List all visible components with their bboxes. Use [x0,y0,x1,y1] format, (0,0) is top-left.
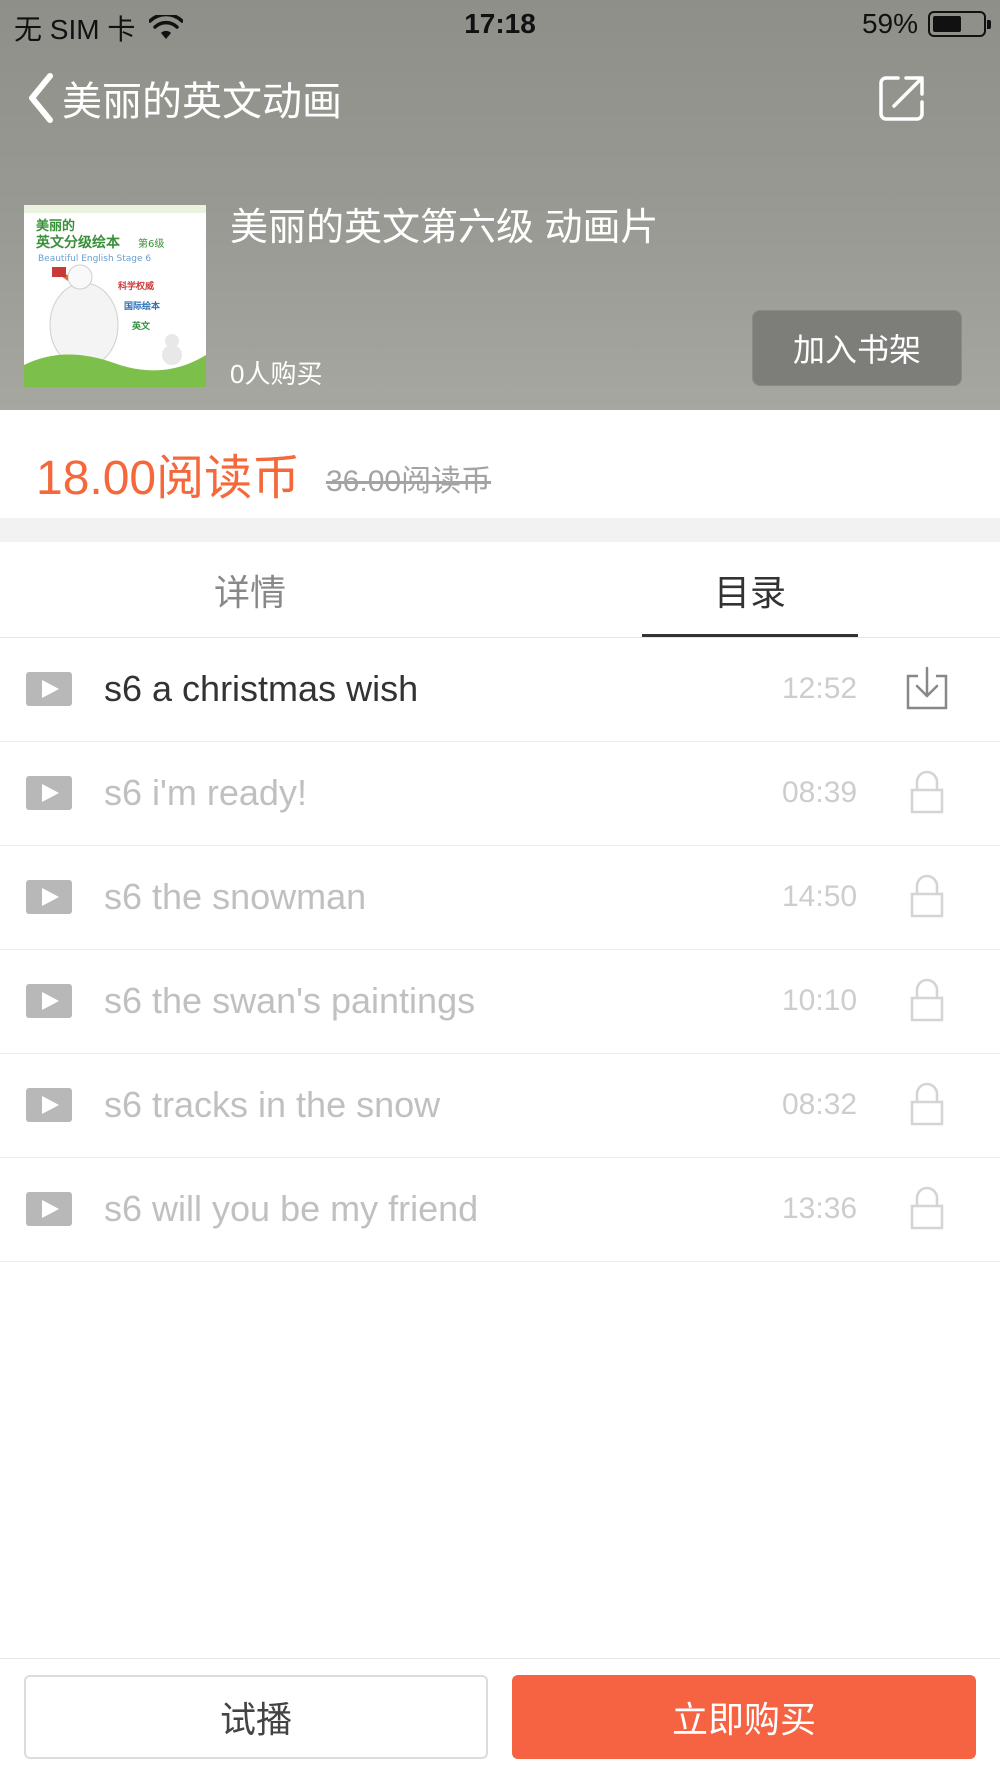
episode-title: s6 the swan's paintings [104,980,476,1021]
back-button[interactable]: 美丽的英文动画 [26,68,342,128]
episode-title: s6 will you be my friend [104,1188,479,1229]
status-time: 17:18 [464,8,536,39]
download-icon[interactable] [904,666,950,712]
chevron-left-icon [29,73,53,123]
tab-bar: 详情 目录 [0,542,1000,638]
episode-duration: 08:39 [782,776,858,809]
episode-row[interactable]: s6 the swan's paintings 10:10 [0,950,1000,1054]
tab-catalog[interactable]: 目录 [642,542,858,638]
episode-row[interactable]: s6 tracks in the snow 08:32 [0,1054,1000,1158]
cover-english: Beautiful English Stage 6 [38,254,151,264]
section-divider [0,518,1000,542]
episode-title: s6 i'm ready! [104,772,307,813]
battery-icon [928,11,991,37]
episode-row[interactable]: s6 the snowman 14:50 [0,846,1000,950]
nav-bar: 美丽的英文动画 [0,60,1000,140]
buyers-count: 0人购买 [230,359,323,389]
tab-details[interactable]: 详情 [140,542,360,638]
play-icon [26,880,72,914]
episode-duration: 12:52 [782,672,858,705]
episode-title: s6 a christmas wish [104,668,419,709]
lock-icon [910,874,944,918]
buy-now-button[interactable]: 立即购买 [512,1675,976,1759]
cover-name: 英文分级绘本 [35,234,121,251]
lock-icon [910,1082,944,1126]
episode-duration: 08:32 [782,1088,858,1121]
play-icon [26,984,72,1018]
play-icon [26,672,72,706]
cover-series: 美丽的 [36,218,75,234]
battery-level [933,16,962,32]
episode-duration: 10:10 [782,984,858,1017]
episode-row[interactable]: s6 will you be my friend 13:36 [0,1158,1000,1262]
episode-title: s6 the snowman [104,876,367,917]
episode-duration: 13:36 [782,1192,858,1225]
original-price: 36.00阅读币 [326,465,492,498]
episode-list: s6 a christmas wish 12:52 s6 i'm ready! … [0,638,1000,1262]
play-icon [26,776,72,810]
episode-duration: 14:50 [782,880,858,913]
lock-icon [910,770,944,814]
episode-row[interactable]: s6 i'm ready! 08:39 [0,742,1000,846]
play-icon [26,1192,72,1226]
tab-selected-indicator [642,634,858,637]
cover-line2: 国际绘本 [124,300,161,312]
cover-line3: 英文 [131,320,151,332]
add-to-shelf-button[interactable]: 加入书架 [752,310,962,386]
lock-icon [910,978,944,1022]
current-price: 18.00阅读币 [36,452,301,505]
book-cover-image[interactable]: 美丽的 英文分级绘本 第6级 Beautiful English Stage 6… [24,205,206,387]
episode-title: s6 tracks in the snow [104,1084,441,1125]
price-bar: 18.00阅读币 36.00阅读币 [0,410,1000,518]
battery-percent: 59% [861,8,918,39]
status-bar: 无 SIM 卡 17:18 59% [0,0,1000,50]
play-icon [26,1088,72,1122]
episode-row[interactable]: s6 a christmas wish 12:52 [0,638,1000,742]
cover-level: 第6级 [138,237,164,250]
page-title: 美丽的英文动画 [62,80,342,124]
trial-play-button[interactable]: 试播 [24,1675,488,1759]
product-title: 美丽的英文第六级 动画片 [230,207,659,249]
cover-illustration: 美丽的 英文分级绘本 第6级 Beautiful English Stage 6… [24,205,206,387]
cover-line1: 科学权威 [118,280,154,292]
status-right: 59% [861,8,991,40]
bottom-action-bar: 试播 立即购买 [0,1658,1000,1778]
share-icon[interactable] [876,72,928,124]
lock-icon [910,1186,944,1230]
